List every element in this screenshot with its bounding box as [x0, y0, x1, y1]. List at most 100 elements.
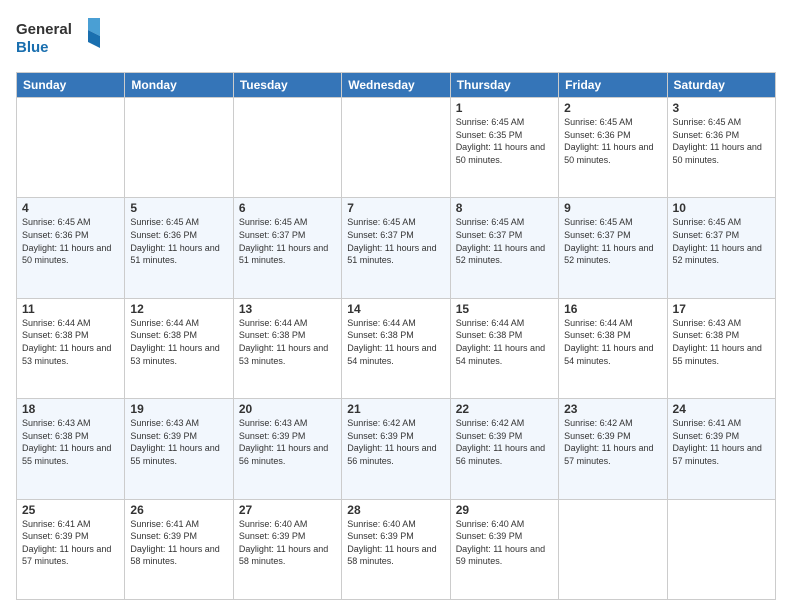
calendar-cell: 26 Sunrise: 6:41 AMSunset: 6:39 PMDaylig…: [125, 499, 233, 599]
calendar-cell: 18 Sunrise: 6:43 AMSunset: 6:38 PMDaylig…: [17, 399, 125, 499]
cell-info: Sunrise: 6:45 AMSunset: 6:36 PMDaylight:…: [673, 117, 762, 165]
svg-text:Blue: Blue: [16, 39, 49, 56]
calendar-cell: 28 Sunrise: 6:40 AMSunset: 6:39 PMDaylig…: [342, 499, 450, 599]
cell-day-number: 8: [456, 201, 553, 215]
cell-day-number: 17: [673, 302, 770, 316]
cell-info: Sunrise: 6:40 AMSunset: 6:39 PMDaylight:…: [456, 519, 545, 567]
calendar-cell: 1 Sunrise: 6:45 AMSunset: 6:35 PMDayligh…: [450, 98, 558, 198]
cell-info: Sunrise: 6:44 AMSunset: 6:38 PMDaylight:…: [456, 318, 545, 366]
weekday-header-tuesday: Tuesday: [233, 73, 341, 98]
calendar-cell: 15 Sunrise: 6:44 AMSunset: 6:38 PMDaylig…: [450, 298, 558, 398]
cell-day-number: 25: [22, 503, 119, 517]
calendar-cell: [17, 98, 125, 198]
calendar-cell: [342, 98, 450, 198]
cell-day-number: 6: [239, 201, 336, 215]
calendar-cell: [667, 499, 775, 599]
cell-info: Sunrise: 6:41 AMSunset: 6:39 PMDaylight:…: [22, 519, 111, 567]
cell-info: Sunrise: 6:44 AMSunset: 6:38 PMDaylight:…: [564, 318, 653, 366]
page: General Blue SundayMondayTuesdayWednesda…: [0, 0, 792, 612]
calendar-cell: 16 Sunrise: 6:44 AMSunset: 6:38 PMDaylig…: [559, 298, 667, 398]
cell-day-number: 3: [673, 101, 770, 115]
cell-info: Sunrise: 6:45 AMSunset: 6:36 PMDaylight:…: [564, 117, 653, 165]
calendar-week-row: 25 Sunrise: 6:41 AMSunset: 6:39 PMDaylig…: [17, 499, 776, 599]
cell-day-number: 15: [456, 302, 553, 316]
cell-day-number: 28: [347, 503, 444, 517]
cell-day-number: 1: [456, 101, 553, 115]
cell-day-number: 27: [239, 503, 336, 517]
calendar-cell: 3 Sunrise: 6:45 AMSunset: 6:36 PMDayligh…: [667, 98, 775, 198]
calendar-week-row: 4 Sunrise: 6:45 AMSunset: 6:36 PMDayligh…: [17, 198, 776, 298]
cell-day-number: 19: [130, 402, 227, 416]
cell-day-number: 29: [456, 503, 553, 517]
calendar-table: SundayMondayTuesdayWednesdayThursdayFrid…: [16, 72, 776, 600]
calendar-cell: 12 Sunrise: 6:44 AMSunset: 6:38 PMDaylig…: [125, 298, 233, 398]
calendar-cell: 24 Sunrise: 6:41 AMSunset: 6:39 PMDaylig…: [667, 399, 775, 499]
cell-info: Sunrise: 6:45 AMSunset: 6:37 PMDaylight:…: [347, 217, 436, 265]
calendar-cell: 19 Sunrise: 6:43 AMSunset: 6:39 PMDaylig…: [125, 399, 233, 499]
calendar-cell: 20 Sunrise: 6:43 AMSunset: 6:39 PMDaylig…: [233, 399, 341, 499]
cell-day-number: 20: [239, 402, 336, 416]
calendar-cell: 6 Sunrise: 6:45 AMSunset: 6:37 PMDayligh…: [233, 198, 341, 298]
cell-day-number: 11: [22, 302, 119, 316]
cell-info: Sunrise: 6:45 AMSunset: 6:37 PMDaylight:…: [456, 217, 545, 265]
calendar-cell: 14 Sunrise: 6:44 AMSunset: 6:38 PMDaylig…: [342, 298, 450, 398]
svg-text:General: General: [16, 21, 72, 38]
calendar-cell: 9 Sunrise: 6:45 AMSunset: 6:37 PMDayligh…: [559, 198, 667, 298]
calendar-cell: 23 Sunrise: 6:42 AMSunset: 6:39 PMDaylig…: [559, 399, 667, 499]
calendar-cell: [559, 499, 667, 599]
calendar-week-row: 1 Sunrise: 6:45 AMSunset: 6:35 PMDayligh…: [17, 98, 776, 198]
cell-info: Sunrise: 6:45 AMSunset: 6:36 PMDaylight:…: [130, 217, 219, 265]
cell-day-number: 13: [239, 302, 336, 316]
weekday-header-sunday: Sunday: [17, 73, 125, 98]
weekday-header-wednesday: Wednesday: [342, 73, 450, 98]
weekday-header-thursday: Thursday: [450, 73, 558, 98]
header: General Blue: [16, 16, 776, 64]
cell-day-number: 22: [456, 402, 553, 416]
cell-info: Sunrise: 6:41 AMSunset: 6:39 PMDaylight:…: [673, 418, 762, 466]
weekday-header-saturday: Saturday: [667, 73, 775, 98]
cell-day-number: 7: [347, 201, 444, 215]
cell-day-number: 24: [673, 402, 770, 416]
cell-day-number: 14: [347, 302, 444, 316]
calendar-cell: 8 Sunrise: 6:45 AMSunset: 6:37 PMDayligh…: [450, 198, 558, 298]
calendar-cell: 11 Sunrise: 6:44 AMSunset: 6:38 PMDaylig…: [17, 298, 125, 398]
cell-day-number: 12: [130, 302, 227, 316]
cell-info: Sunrise: 6:45 AMSunset: 6:37 PMDaylight:…: [239, 217, 328, 265]
cell-info: Sunrise: 6:45 AMSunset: 6:36 PMDaylight:…: [22, 217, 111, 265]
calendar-cell: 25 Sunrise: 6:41 AMSunset: 6:39 PMDaylig…: [17, 499, 125, 599]
logo-svg: General Blue: [16, 16, 106, 64]
cell-info: Sunrise: 6:43 AMSunset: 6:39 PMDaylight:…: [239, 418, 328, 466]
cell-day-number: 10: [673, 201, 770, 215]
cell-info: Sunrise: 6:44 AMSunset: 6:38 PMDaylight:…: [239, 318, 328, 366]
cell-day-number: 2: [564, 101, 661, 115]
cell-day-number: 16: [564, 302, 661, 316]
calendar-cell: 29 Sunrise: 6:40 AMSunset: 6:39 PMDaylig…: [450, 499, 558, 599]
calendar-cell: 4 Sunrise: 6:45 AMSunset: 6:36 PMDayligh…: [17, 198, 125, 298]
calendar-cell: 22 Sunrise: 6:42 AMSunset: 6:39 PMDaylig…: [450, 399, 558, 499]
cell-day-number: 4: [22, 201, 119, 215]
calendar-week-row: 11 Sunrise: 6:44 AMSunset: 6:38 PMDaylig…: [17, 298, 776, 398]
cell-info: Sunrise: 6:43 AMSunset: 6:38 PMDaylight:…: [22, 418, 111, 466]
cell-day-number: 23: [564, 402, 661, 416]
cell-day-number: 9: [564, 201, 661, 215]
cell-info: Sunrise: 6:45 AMSunset: 6:37 PMDaylight:…: [673, 217, 762, 265]
weekday-header-friday: Friday: [559, 73, 667, 98]
cell-info: Sunrise: 6:43 AMSunset: 6:38 PMDaylight:…: [673, 318, 762, 366]
calendar-header: SundayMondayTuesdayWednesdayThursdayFrid…: [17, 73, 776, 98]
weekday-header-monday: Monday: [125, 73, 233, 98]
calendar-cell: 13 Sunrise: 6:44 AMSunset: 6:38 PMDaylig…: [233, 298, 341, 398]
calendar-cell: 2 Sunrise: 6:45 AMSunset: 6:36 PMDayligh…: [559, 98, 667, 198]
calendar-cell: 27 Sunrise: 6:40 AMSunset: 6:39 PMDaylig…: [233, 499, 341, 599]
cell-info: Sunrise: 6:45 AMSunset: 6:35 PMDaylight:…: [456, 117, 545, 165]
calendar-cell: [125, 98, 233, 198]
calendar-body: 1 Sunrise: 6:45 AMSunset: 6:35 PMDayligh…: [17, 98, 776, 600]
cell-info: Sunrise: 6:44 AMSunset: 6:38 PMDaylight:…: [22, 318, 111, 366]
cell-info: Sunrise: 6:40 AMSunset: 6:39 PMDaylight:…: [347, 519, 436, 567]
calendar-cell: 17 Sunrise: 6:43 AMSunset: 6:38 PMDaylig…: [667, 298, 775, 398]
cell-info: Sunrise: 6:42 AMSunset: 6:39 PMDaylight:…: [456, 418, 545, 466]
cell-day-number: 26: [130, 503, 227, 517]
calendar-cell: 5 Sunrise: 6:45 AMSunset: 6:36 PMDayligh…: [125, 198, 233, 298]
cell-info: Sunrise: 6:44 AMSunset: 6:38 PMDaylight:…: [130, 318, 219, 366]
calendar-cell: 7 Sunrise: 6:45 AMSunset: 6:37 PMDayligh…: [342, 198, 450, 298]
cell-day-number: 5: [130, 201, 227, 215]
